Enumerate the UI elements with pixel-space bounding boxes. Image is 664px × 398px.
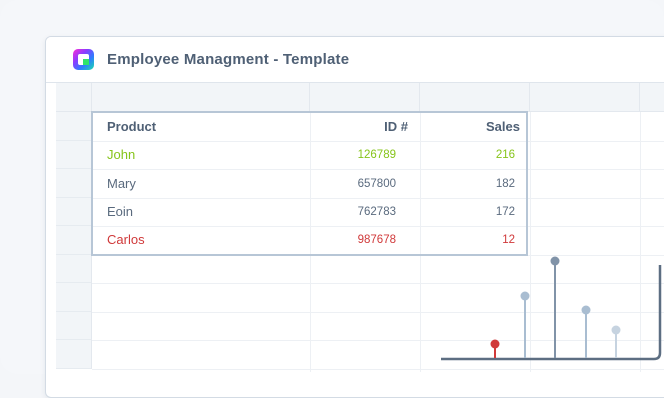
cell-sales[interactable]: 216 [420, 141, 515, 169]
row-gridline [92, 311, 664, 313]
row-header-9[interactable] [56, 340, 92, 369]
column-gridline [640, 112, 641, 372]
row-header-5[interactable] [56, 226, 92, 255]
row-header-7[interactable] [56, 283, 92, 312]
row-gridline [92, 368, 664, 370]
column-header-a[interactable] [92, 83, 310, 112]
grid-corner [56, 83, 92, 112]
row-header-2[interactable] [56, 140, 92, 169]
column-header-extra [640, 83, 664, 112]
title-bar: Employee Managment - Template [46, 37, 664, 83]
cell-product[interactable]: Mary [107, 170, 136, 198]
row-gridline [92, 283, 664, 284]
cell-product[interactable]: John [107, 141, 135, 169]
cell-sales[interactable]: 182 [420, 170, 515, 198]
row-header-6[interactable] [56, 254, 92, 283]
cell-id[interactable]: 657800 [310, 170, 396, 198]
row-header-3[interactable] [56, 169, 92, 198]
column-header-c[interactable] [420, 83, 530, 112]
cell-product[interactable]: Carlos [107, 226, 145, 254]
row-gridline [92, 340, 664, 341]
column-header-b[interactable] [310, 83, 420, 112]
row-header-1[interactable] [56, 112, 92, 141]
cell-sales[interactable]: 172 [420, 198, 515, 226]
column-gridline [530, 112, 531, 372]
cell-id[interactable]: 126789 [310, 141, 396, 169]
header-id[interactable]: ID # [310, 113, 408, 141]
cell-product[interactable]: Eoin [107, 198, 133, 226]
cell-id[interactable]: 987678 [310, 226, 396, 254]
cell-id[interactable]: 762783 [310, 198, 396, 226]
document-title: Employee Managment - Template [107, 51, 350, 68]
row-header-8[interactable] [56, 311, 92, 340]
header-sales[interactable]: Sales [420, 113, 520, 141]
row-header-4[interactable] [56, 197, 92, 226]
app-logo-icon [73, 49, 94, 70]
cell-sales[interactable]: 12 [420, 226, 515, 254]
column-header-d[interactable] [530, 83, 640, 112]
header-product[interactable]: Product [107, 113, 156, 141]
